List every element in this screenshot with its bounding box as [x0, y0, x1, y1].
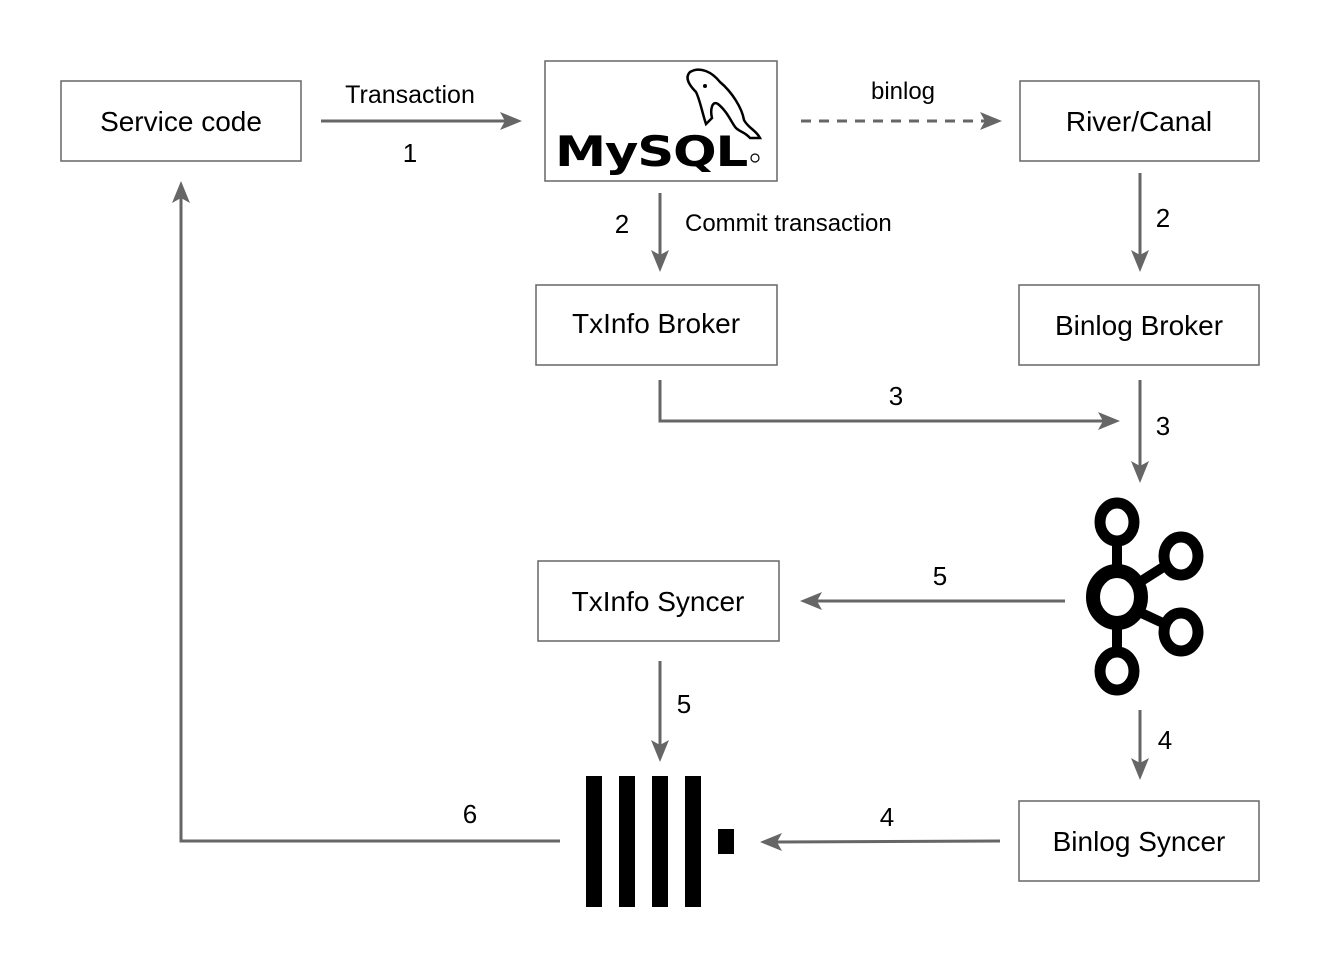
node-label: TxInfo Syncer [572, 586, 745, 617]
node-river-canal: River/Canal [1019, 80, 1260, 162]
step-number: 2 [615, 209, 629, 239]
svg-text:MySQL: MySQL [555, 127, 747, 176]
edge-binlog-syncer-to-clickhouse: 4 [760, 802, 1001, 851]
edge-label: Transaction [345, 81, 475, 109]
node-service-code: Service code [60, 80, 302, 162]
clickhouse-icon [586, 776, 734, 907]
edge-kafka-to-binlog-syncer: 4 [1131, 710, 1172, 780]
edge-label: binlog [871, 78, 935, 105]
edge-txinfo-syncer-to-clickhouse: 5 [651, 661, 691, 762]
node-label: TxInfo Broker [572, 308, 740, 339]
edge-binlog-broker-to-kafka: 3 [1131, 380, 1170, 483]
step-number: 3 [889, 381, 903, 411]
node-txinfo-syncer: TxInfo Syncer [537, 560, 780, 642]
node-binlog-syncer: Binlog Syncer [1018, 800, 1260, 882]
step-number: 5 [677, 689, 691, 719]
step-number: 6 [463, 799, 477, 829]
step-number: 3 [1156, 411, 1170, 441]
step-number: 2 [1156, 203, 1170, 233]
step-number: 5 [933, 561, 947, 591]
edge-txinfo-to-kafka: 3 [658, 380, 1120, 430]
edge-clickhouse-to-service: 6 [172, 181, 560, 843]
edge-river-to-broker: 2 [1131, 173, 1170, 272]
node-mysql: MySQL [544, 60, 778, 182]
edge-label: Commit transaction [685, 210, 892, 237]
step-number: 1 [403, 138, 417, 168]
node-label: Service code [100, 106, 262, 137]
step-number: 4 [1158, 725, 1172, 755]
edge-transaction: Transaction 1 [321, 81, 522, 168]
edge-kafka-to-txinfo-syncer: 5 [800, 561, 1065, 610]
kafka-icon [1086, 497, 1204, 696]
node-label: River/Canal [1066, 106, 1212, 137]
architecture-diagram: Service code MySQL River/Canal TxInfo Br… [60, 60, 1260, 907]
node-binlog-broker: Binlog Broker [1018, 284, 1260, 366]
node-txinfo-broker: TxInfo Broker [535, 284, 778, 366]
step-number: 4 [880, 802, 894, 832]
node-label: Binlog Syncer [1053, 826, 1226, 857]
edge-commit: 2 Commit transaction [615, 193, 892, 272]
node-label: Binlog Broker [1055, 310, 1223, 341]
edge-binlog: binlog [801, 78, 1002, 130]
